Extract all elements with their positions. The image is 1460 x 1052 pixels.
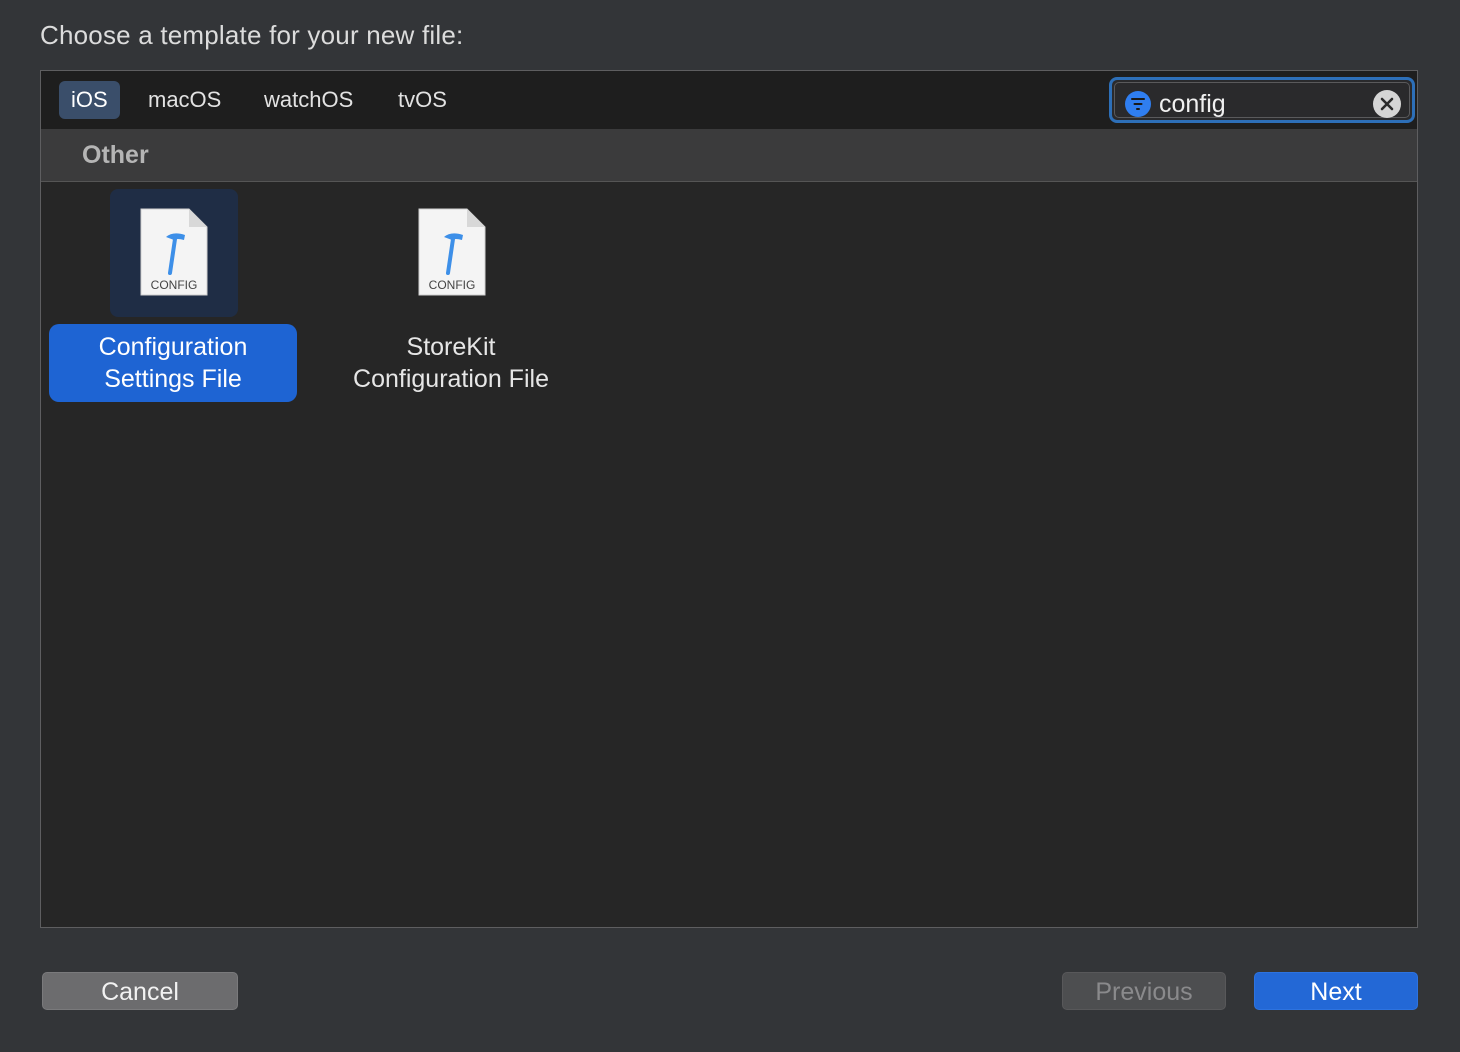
template-label-line1: Configuration — [98, 333, 248, 361]
tab-watchos[interactable]: watchOS — [252, 81, 365, 119]
template-label[interactable]: Configuration Settings File — [49, 324, 297, 402]
template-label[interactable]: StoreKit Configuration File — [327, 324, 575, 402]
search-field[interactable]: config — [1109, 77, 1415, 123]
section-label-other: Other — [82, 141, 149, 169]
config-caption: CONFIG — [429, 278, 476, 292]
next-button[interactable]: Next — [1254, 972, 1418, 1010]
template-storekit-configuration-file[interactable]: CONFIG StoreKit Configuration File — [327, 189, 577, 403]
template-icon-container[interactable]: CONFIG — [388, 189, 516, 317]
template-label-line2: Configuration File — [353, 365, 549, 393]
template-label-line2: Settings File — [104, 365, 242, 393]
search-field-inner[interactable]: config — [1114, 82, 1410, 118]
config-file-icon: CONFIG — [418, 208, 486, 296]
cancel-button[interactable]: Cancel — [42, 972, 238, 1010]
previous-button[interactable]: Previous — [1062, 972, 1226, 1010]
tab-macos[interactable]: macOS — [136, 81, 233, 119]
tab-ios[interactable]: iOS — [59, 81, 120, 119]
filter-icon[interactable] — [1125, 91, 1151, 117]
template-configuration-settings-file[interactable]: CONFIG Configuration Settings File — [49, 189, 299, 403]
platform-tab-bar: iOS macOS watchOS tvOS config — [41, 71, 1417, 130]
template-panel: iOS macOS watchOS tvOS config Other CONF… — [40, 70, 1418, 928]
template-icon-container[interactable]: CONFIG — [110, 189, 238, 317]
config-file-icon: CONFIG — [140, 208, 208, 296]
tab-tvos[interactable]: tvOS — [386, 81, 459, 119]
dialog-title: Choose a template for your new file: — [40, 20, 464, 50]
config-caption: CONFIG — [151, 278, 198, 292]
clear-icon[interactable] — [1373, 90, 1401, 118]
section-header: Other — [41, 129, 1417, 182]
search-input[interactable]: config — [1159, 88, 1226, 120]
template-label-line1: StoreKit — [406, 333, 496, 361]
